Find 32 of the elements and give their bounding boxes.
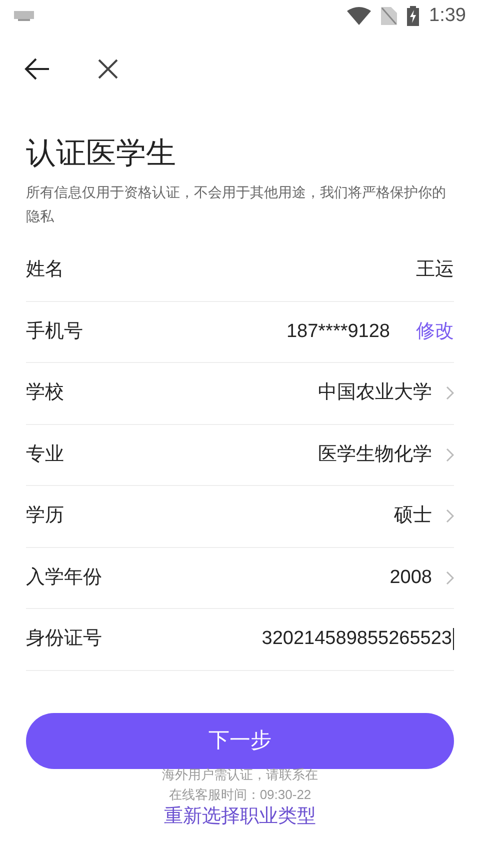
privacy-note: 所有信息仅用于资格认证，不会用于其他用途，我们将严格保护你的隐私 — [26, 183, 447, 226]
edit-link[interactable]: 修改 — [416, 318, 454, 346]
chevron-right-icon[interactable] — [446, 448, 454, 462]
field-value: 中国农业大学 — [318, 381, 432, 405]
field-label: 入学年份 — [26, 566, 102, 590]
field-label: 手机号 — [26, 320, 83, 344]
field-label: 学历 — [26, 504, 64, 528]
help-note: 在线客服时间：09:30-22 — [168, 786, 312, 804]
next-button[interactable]: 下一步 — [26, 712, 454, 768]
field-value: 王运 — [416, 258, 454, 282]
field-label: 姓名 — [26, 258, 64, 282]
reselect-link[interactable]: 重新选择职业类型 — [164, 804, 316, 828]
chevron-right-icon[interactable] — [446, 386, 454, 400]
chevron-right-icon[interactable] — [446, 570, 454, 585]
back-arrow-icon[interactable] — [24, 58, 50, 80]
field-value: 硕士 — [394, 504, 432, 528]
field-label: 学校 — [26, 381, 64, 405]
no-sim-icon — [381, 7, 398, 25]
clock: 1:39 — [429, 4, 466, 28]
page-title: 认证医学生 — [26, 136, 177, 172]
field-value: 医学生物化学 — [318, 442, 432, 466]
chevron-right-icon[interactable] — [446, 509, 454, 524]
field-value: 2008 — [390, 566, 432, 590]
field-label: 身份证号 — [26, 627, 102, 651]
input-field[interactable]: 320214589855265523 — [262, 625, 454, 654]
battery-charging-icon — [407, 6, 420, 26]
field-value: 187****9128 — [286, 320, 390, 344]
keyboard-icon — [14, 11, 34, 21]
wifi-icon — [347, 7, 372, 25]
close-icon[interactable] — [98, 59, 118, 79]
help-note: 海外用户需认证，请联系在 — [162, 766, 318, 784]
field-label: 专业 — [26, 442, 64, 466]
